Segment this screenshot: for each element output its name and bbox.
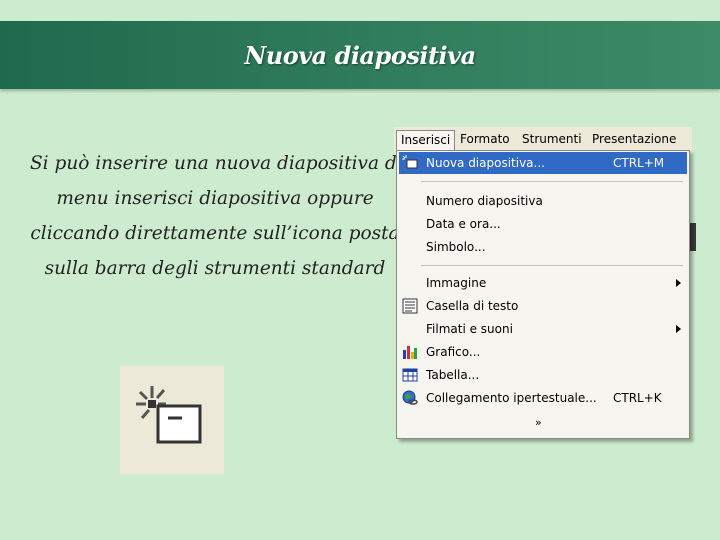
menu-item-label: Simbolo... <box>426 240 486 254</box>
menu-item-label: Numero diapositiva <box>426 194 543 208</box>
menu-formato[interactable]: Formato <box>456 130 514 150</box>
menu-item-slide-number[interactable]: Numero diapositiva <box>399 190 687 212</box>
menu-separator <box>421 265 683 266</box>
new-slide-icon <box>402 155 418 169</box>
table-icon <box>402 368 418 382</box>
submenu-arrow-icon <box>676 279 681 287</box>
shortcut-label: CTRL+K <box>613 391 662 405</box>
slide-title-bar: Nuova diapositiva <box>0 21 720 89</box>
menu-bar: Inserisci Formato Strumenti Presentazion… <box>394 127 692 151</box>
slide-title: Nuova diapositiva <box>244 41 476 70</box>
shortcut-label: CTRL+M <box>613 156 665 170</box>
menu-separator <box>421 181 683 182</box>
new-slide-icon <box>136 386 202 444</box>
menu-item-label: Filmati e suoni <box>426 322 513 336</box>
menu-item-table[interactable]: Tabella... <box>399 364 687 386</box>
hyperlink-globe-icon <box>402 390 418 405</box>
menu-item-chart[interactable]: Grafico... <box>399 341 687 363</box>
body-line: cliccando direttamente sull’icona posta <box>30 223 400 244</box>
menu-strumenti[interactable]: Strumenti <box>518 130 586 150</box>
menu-item-label: Grafico... <box>426 345 481 359</box>
menu-item-symbol[interactable]: Simbolo... <box>399 236 687 258</box>
menu-presentazione[interactable]: Presentazione <box>588 130 680 150</box>
body-line: Si può inserire una nuova diapositiva da… <box>30 153 414 174</box>
menu-item-label: Casella di testo <box>426 299 519 313</box>
insert-dropdown: Nuova diapositiva... CTRL+M Numero diapo… <box>396 150 690 439</box>
menu-item-label: Collegamento ipertestuale... <box>426 391 597 405</box>
menu-item-new-slide[interactable]: Nuova diapositiva... CTRL+M <box>399 152 687 174</box>
text-box-icon <box>402 298 418 314</box>
menu-item-hyperlink[interactable]: Collegamento ipertestuale... CTRL+K <box>399 387 687 409</box>
menu-item-label: Immagine <box>426 276 487 290</box>
submenu-arrow-icon <box>676 325 681 333</box>
window-edge <box>690 223 696 251</box>
menu-item-movies-sounds[interactable]: Filmati e suoni <box>399 318 687 340</box>
expand-menu-chevron-icon[interactable]: » <box>535 417 542 429</box>
new-slide-toolbar-button[interactable] <box>120 366 224 474</box>
menu-item-label: Tabella... <box>426 368 480 382</box>
menu-item-image[interactable]: Immagine <box>399 272 687 294</box>
insert-menu-screenshot: Inserisci Formato Strumenti Presentazion… <box>394 127 696 439</box>
menu-item-text-box[interactable]: Casella di testo <box>399 295 687 317</box>
menu-item-label: Nuova diapositiva... <box>426 156 545 170</box>
menu-item-date-time[interactable]: Data e ora... <box>399 213 687 235</box>
chart-icon <box>403 346 417 359</box>
menu-inserisci[interactable]: Inserisci <box>396 130 456 150</box>
body-line: sulla barra degli strumenti standard <box>44 258 386 279</box>
slide-body-text: Si può inserire una nuova diapositiva da… <box>30 146 414 286</box>
body-line: menu inserisci diapositiva oppure <box>56 188 374 209</box>
menu-item-label: Data e ora... <box>426 217 501 231</box>
